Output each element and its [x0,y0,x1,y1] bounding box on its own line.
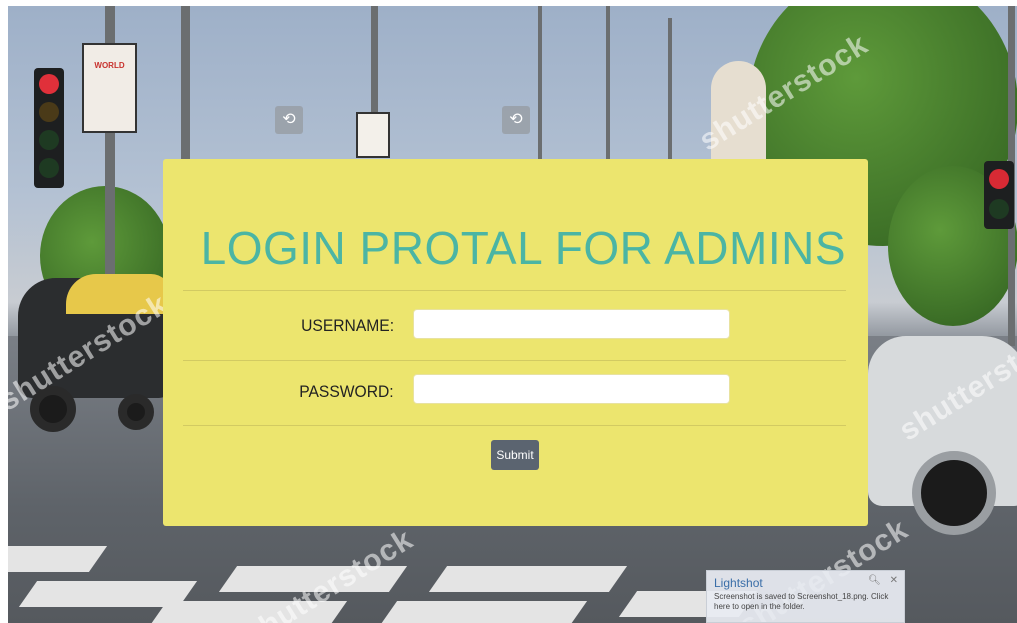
magnifier-icon[interactable]: 🔍︎ [868,575,881,586]
wheel [912,451,996,535]
watermark-icon: ⟲ [275,106,303,134]
notification-title: Lightshot [714,576,763,590]
pole [538,6,542,166]
close-icon[interactable]: ✕ [890,575,898,586]
password-input[interactable] [413,374,730,404]
traffic-light [34,68,64,188]
divider [183,290,846,291]
pole [668,18,672,168]
pole [606,6,610,166]
notification-controls: 🔍︎ ✕ [862,575,898,586]
lightshot-notification[interactable]: Lightshot 🔍︎ ✕ Screenshot is saved to Sc… [706,570,905,623]
wheel [118,394,154,430]
notification-message[interactable]: Screenshot is saved to Screenshot_18.png… [714,592,904,612]
billboard: WORLD [82,43,137,133]
traffic-light [984,161,1014,229]
crosswalk-stripe [378,601,588,623]
divider [183,425,846,426]
road-sign [356,112,390,158]
username-label: USERNAME: [301,316,394,335]
crosswalk-stripe [428,566,628,592]
username-input[interactable] [413,309,730,339]
pole [181,6,190,166]
submit-button[interactable]: Submit [491,440,539,470]
watermark-icon: ⟲ [502,106,530,134]
password-label: PASSWORD: [299,382,394,401]
divider [183,360,846,361]
page-title: LOGIN PROTAL FOR ADMINS [200,222,846,274]
login-card: LOGIN PROTAL FOR ADMINS USERNAME: PASSWO… [163,159,868,526]
billboard-text: WORLD [94,61,125,70]
pole [371,6,378,116]
